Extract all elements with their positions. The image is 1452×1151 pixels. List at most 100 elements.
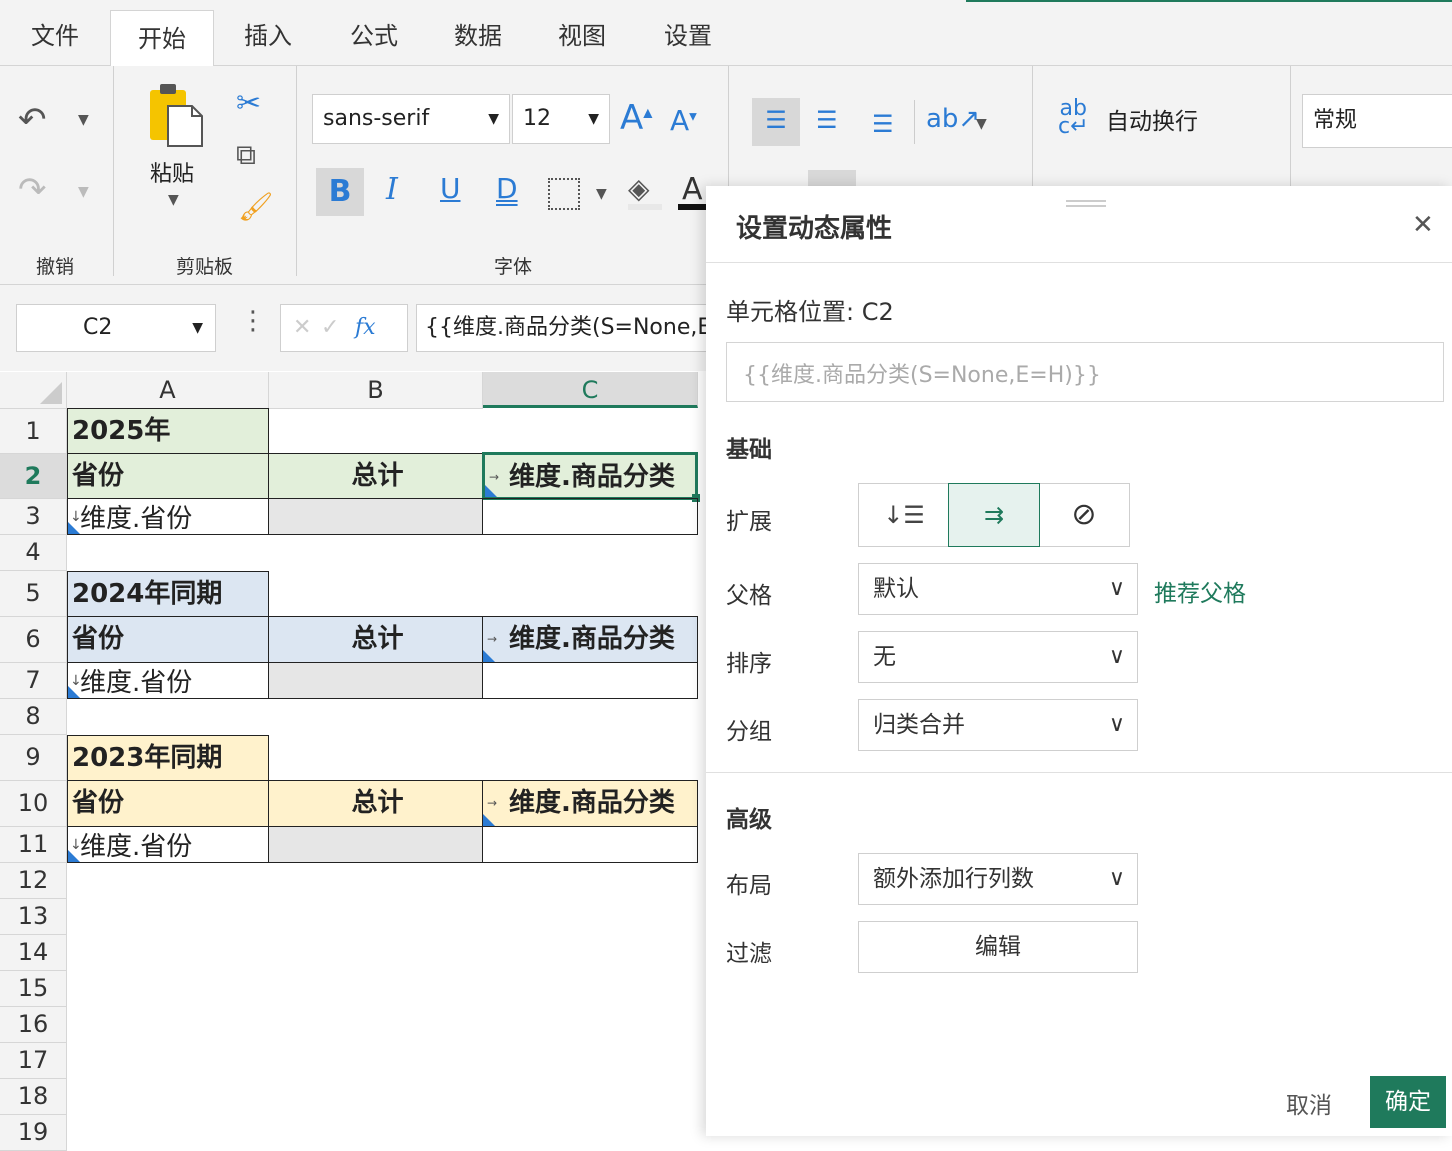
double-underline-icon[interactable]: D (496, 172, 518, 205)
cell-c3[interactable] (482, 498, 698, 535)
align-bottom-icon[interactable]: ☰ (872, 110, 894, 138)
font-family-select[interactable]: sans-serif ▼ (312, 94, 510, 144)
cancel-button[interactable]: 取消 (1286, 1086, 1332, 1120)
border-icon[interactable] (548, 178, 580, 210)
row-header[interactable]: 8 (0, 699, 67, 735)
cancel-icon[interactable]: ✕ (293, 305, 311, 351)
text-orientation-icon[interactable]: ab↗ (926, 104, 980, 134)
row-header[interactable]: 1 (0, 409, 67, 454)
redo-dropdown-icon[interactable]: ▼ (78, 184, 89, 200)
close-icon[interactable]: ✕ (1412, 210, 1434, 240)
tab-file[interactable]: 文件 (18, 0, 92, 65)
row-header[interactable]: 13 (0, 899, 67, 935)
fx-icon[interactable]: fx (355, 305, 376, 351)
filter-edit-button[interactable]: 编辑 (858, 921, 1138, 973)
format-painter-icon[interactable]: 🖌 (238, 190, 274, 223)
underline-icon[interactable]: U (440, 172, 461, 205)
row-header[interactable]: 6 (0, 617, 67, 663)
cell-a9[interactable]: 2023年同期 (67, 735, 269, 781)
number-format-select[interactable]: 常规 (1302, 94, 1452, 148)
paste-icon[interactable] (148, 80, 204, 148)
cell-b10[interactable]: 总计 (268, 780, 483, 827)
row-header[interactable]: 17 (0, 1043, 67, 1079)
confirm-icon[interactable]: ✓ (321, 305, 339, 351)
paste-label[interactable]: 粘贴 (150, 156, 194, 188)
cell-a10[interactable]: 省份 (67, 780, 269, 827)
row-header[interactable]: 3 (0, 499, 67, 535)
undo-icon[interactable]: ↶ (18, 100, 47, 140)
recommend-parent-link[interactable]: 推荐父格 (1154, 574, 1246, 608)
row-header[interactable]: 10 (0, 781, 67, 827)
row-header[interactable]: 14 (0, 935, 67, 971)
bold-button[interactable]: B (316, 168, 364, 216)
align-top-button[interactable]: ☰ (752, 98, 800, 146)
row-header[interactable]: 12 (0, 863, 67, 899)
cell-b3[interactable] (268, 498, 483, 535)
cut-icon[interactable]: ✂ (236, 86, 261, 121)
column-header-c[interactable]: C (483, 372, 698, 408)
no-expand-icon[interactable]: ⊘ (1039, 484, 1129, 546)
column-header-a[interactable]: A (67, 372, 269, 409)
paste-dropdown-icon[interactable]: ▼ (168, 192, 179, 208)
cell-c6[interactable]: → 维度.商品分类 (482, 616, 698, 663)
column-header-b[interactable]: B (269, 372, 483, 409)
row-header[interactable]: 5 (0, 571, 67, 617)
tab-formula[interactable]: 公式 (336, 0, 412, 65)
row-header[interactable]: 19 (0, 1115, 67, 1151)
row-header[interactable]: 7 (0, 663, 67, 699)
row-header[interactable]: 9 (0, 735, 67, 781)
orientation-dropdown-icon[interactable]: ▼ (976, 116, 987, 132)
font-shrink-icon[interactable]: A▼ (670, 104, 697, 137)
cell-b2[interactable]: 总计 (268, 453, 483, 499)
align-middle-icon[interactable]: ☰ (816, 106, 838, 134)
font-size-select[interactable]: 12 ▼ (512, 94, 610, 144)
tab-data[interactable]: 数据 (440, 0, 516, 65)
fill-color-icon[interactable]: ◈ (628, 172, 650, 205)
select-all-corner[interactable] (0, 372, 67, 409)
expand-horizontal-icon[interactable]: ⇉ (948, 483, 1040, 547)
sort-select[interactable]: 无 ∨ (858, 631, 1138, 683)
more-vertical-icon[interactable]: ⋮ (240, 306, 266, 336)
row-header-selected[interactable]: 2 (0, 454, 67, 499)
expand-vertical-icon[interactable]: ↓☰ (859, 484, 950, 546)
expression-input[interactable]: {{维度.商品分类(S=None,E=H)}} (726, 342, 1444, 402)
cell-c11[interactable] (482, 826, 698, 863)
row-header[interactable]: 15 (0, 971, 67, 1007)
border-dropdown-icon[interactable]: ▼ (596, 186, 607, 202)
row-header[interactable]: 18 (0, 1079, 67, 1115)
row-header[interactable]: 11 (0, 827, 67, 863)
name-box[interactable]: C2 ▼ (16, 304, 216, 352)
cell-b7[interactable] (268, 662, 483, 699)
cell-b11[interactable] (268, 826, 483, 863)
italic-icon[interactable]: I (386, 172, 398, 207)
formula-input[interactable]: {{维度.商品分类(S=None,E (416, 304, 718, 352)
cell-a11[interactable]: ↓ 维度.省份 (67, 826, 269, 863)
font-color-icon[interactable]: A (682, 172, 703, 207)
cell-c10[interactable]: → 维度.商品分类 (482, 780, 698, 827)
copy-icon[interactable]: ⧉ (236, 138, 256, 172)
drag-handle[interactable] (1066, 200, 1106, 207)
redo-icon[interactable]: ↷ (18, 170, 47, 210)
undo-dropdown-icon[interactable]: ▼ (78, 112, 89, 128)
row-header[interactable]: 4 (0, 535, 67, 571)
tab-home[interactable]: 开始 (110, 10, 214, 67)
tab-view[interactable]: 视图 (544, 0, 620, 65)
wrap-text-icon[interactable]: ab c↵ (1058, 98, 1089, 138)
cell-c2-selected[interactable]: → 维度.商品分类 (482, 452, 698, 500)
group-select[interactable]: 归类合并 ∨ (858, 699, 1138, 751)
cell-b6[interactable]: 总计 (268, 616, 483, 663)
cell-a7[interactable]: ↓ 维度.省份 (67, 662, 269, 699)
cell-a6[interactable]: 省份 (67, 616, 269, 663)
confirm-button[interactable]: 确定 (1370, 1076, 1446, 1128)
row-header[interactable]: 16 (0, 1007, 67, 1043)
layout-select[interactable]: 额外添加行列数 ∨ (858, 853, 1138, 905)
font-grow-icon[interactable]: A▲ (620, 98, 653, 138)
cell-c7[interactable] (482, 662, 698, 699)
tab-settings[interactable]: 设置 (650, 0, 726, 65)
tab-insert[interactable]: 插入 (230, 0, 306, 65)
cell-a1[interactable]: 2025年 (67, 408, 269, 454)
cell-a5[interactable]: 2024年同期 (67, 571, 269, 617)
wrap-text-label[interactable]: 自动换行 (1106, 102, 1198, 136)
cell-a2[interactable]: 省份 (67, 453, 269, 499)
cell-a3[interactable]: ↓ 维度.省份 (67, 498, 269, 535)
